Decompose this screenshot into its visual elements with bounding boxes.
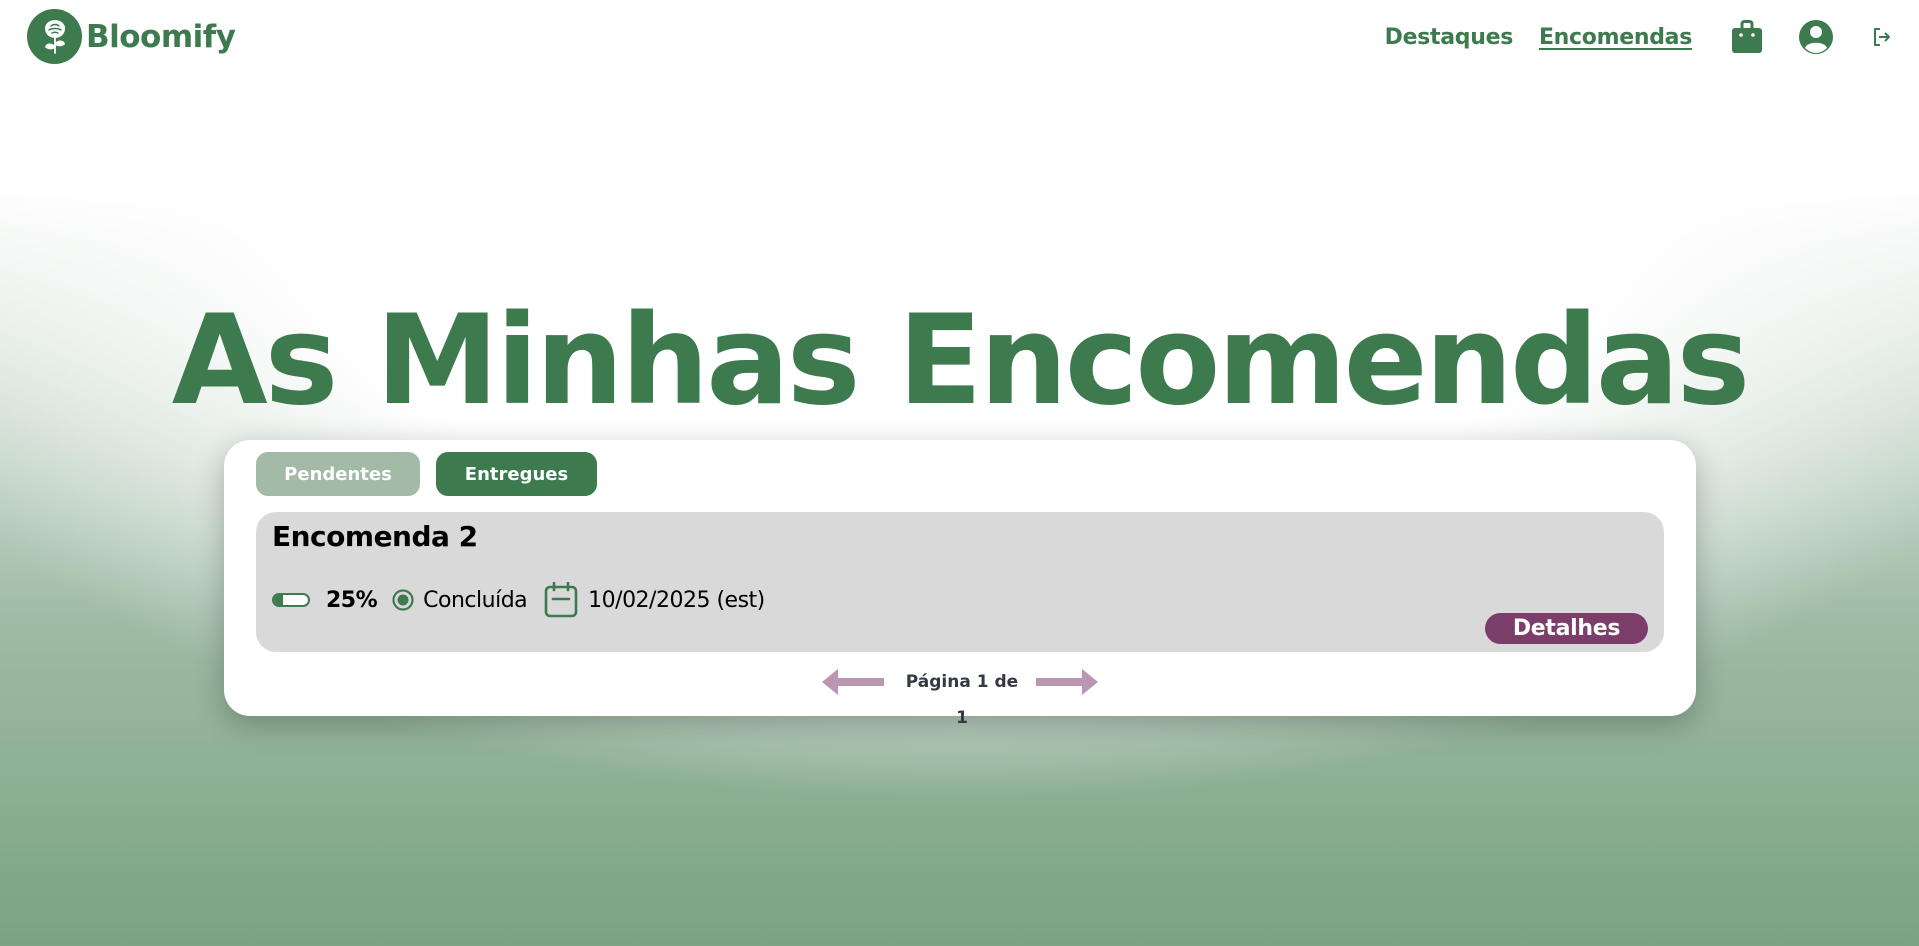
shopping-bag-icon[interactable] xyxy=(1731,20,1763,54)
top-navbar: Bloomify Destaques Encomendas xyxy=(0,0,1919,76)
status-radio-icon xyxy=(392,589,414,611)
pagination: Página 1 de 1 xyxy=(224,664,1696,728)
order-card: Encomenda 2 25% Concluída 10/02/2025 (es… xyxy=(256,512,1664,652)
arrow-right-icon[interactable] xyxy=(1036,668,1098,696)
progress-bar xyxy=(272,593,310,607)
progress-bar-fill xyxy=(274,595,283,605)
orders-panel: Pendentes Entregues Encomenda 2 25% Conc… xyxy=(224,440,1696,728)
tab-pendentes[interactable]: Pendentes xyxy=(256,452,420,496)
nav-link-destaques[interactable]: Destaques xyxy=(1385,25,1514,50)
order-meta: 25% Concluída 10/02/2025 (est) xyxy=(272,582,765,618)
nav-link-encomendas[interactable]: Encomendas xyxy=(1539,25,1692,50)
brand-name: Bloomify xyxy=(86,18,236,55)
details-button[interactable]: Detalhes xyxy=(1485,613,1648,644)
calendar-icon xyxy=(544,582,578,618)
logout-icon[interactable] xyxy=(1871,26,1893,48)
arrow-left-icon[interactable] xyxy=(822,668,884,696)
brand-logo[interactable]: Bloomify xyxy=(27,9,236,64)
rose-icon xyxy=(27,9,82,64)
page-title: As Minhas Encomendas xyxy=(171,289,1751,433)
order-title: Encomenda 2 xyxy=(272,520,478,553)
user-account-icon[interactable] xyxy=(1798,19,1834,55)
tab-entregues[interactable]: Entregues xyxy=(436,452,597,496)
order-date: 10/02/2025 (est) xyxy=(588,587,765,613)
order-status: Concluída xyxy=(423,587,528,613)
progress-text: 25% xyxy=(326,587,378,613)
page-indicator: Página 1 de 1 xyxy=(905,672,1019,728)
